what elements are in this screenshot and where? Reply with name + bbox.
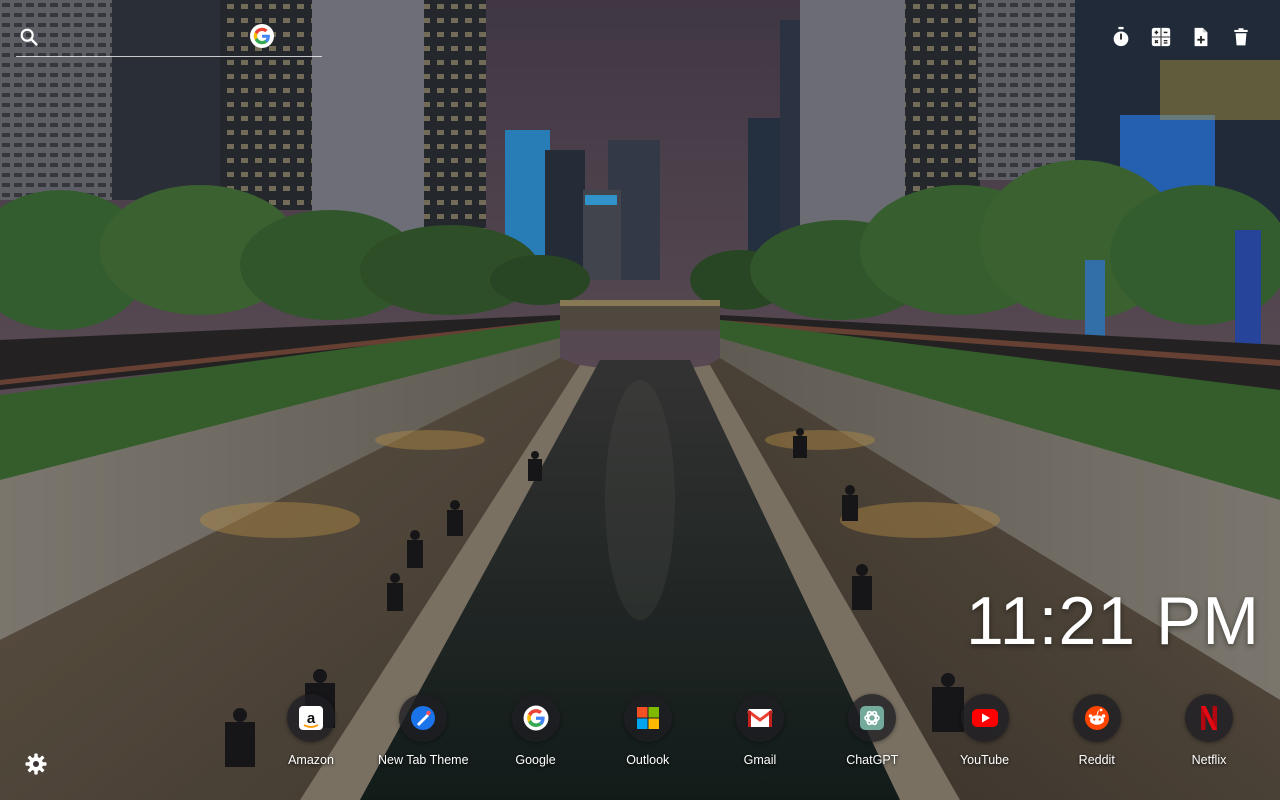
clock-display: 11:21 PM [965, 583, 1260, 659]
shortcut-gmail[interactable]: Gmail [704, 694, 816, 774]
shortcut-label: Reddit [1078, 753, 1115, 767]
note-add-icon[interactable] [1188, 24, 1214, 50]
google-g-icon[interactable] [250, 24, 274, 48]
search-input[interactable] [44, 26, 268, 52]
toolbar [1108, 24, 1254, 50]
shortcut-label: Gmail [743, 753, 777, 767]
shortcut-outlook[interactable]: Outlook [592, 694, 704, 774]
shortcut-netflix[interactable]: Netflix [1153, 694, 1265, 774]
shortcut-label: Google [515, 753, 556, 767]
reddit-icon [1084, 706, 1109, 730]
search-bar[interactable] [16, 22, 322, 57]
shortcut-label: ChatGPT [846, 753, 899, 767]
shortcut-youtube[interactable]: YouTube [929, 694, 1041, 774]
shortcut-label: YouTube [959, 753, 1010, 767]
shortcut-google[interactable]: Google [480, 694, 592, 774]
trash-icon[interactable] [1228, 24, 1254, 50]
background-wallpaper [0, 0, 1280, 800]
shortcut-label: Outlook [626, 753, 670, 767]
calculator-icon[interactable] [1148, 24, 1174, 50]
shortcut-reddit[interactable]: Reddit [1041, 694, 1153, 774]
svg-text:a: a [307, 710, 316, 727]
youtube-icon [971, 709, 998, 727]
search-icon[interactable] [18, 26, 40, 48]
shortcut-new-tab-theme[interactable]: New Tab Theme [367, 694, 479, 774]
netflix-icon [1201, 706, 1217, 730]
gmail-icon [747, 709, 773, 727]
gear-icon[interactable] [24, 752, 48, 776]
shortcut-chatgpt[interactable]: ChatGPT [816, 694, 928, 774]
timer-icon[interactable] [1108, 24, 1134, 50]
chatgpt-icon [860, 706, 885, 730]
shortcut-label: Netflix [1191, 753, 1227, 767]
google-icon [523, 705, 548, 731]
new-tab-theme-icon [411, 706, 436, 730]
shortcuts-dock: a Amazon New Tab Theme Google Outlook Gm… [255, 694, 1265, 774]
shortcut-label: New Tab Theme [377, 753, 469, 767]
shortcut-label: Amazon [288, 753, 334, 767]
microsoft-icon [636, 707, 659, 729]
shortcut-amazon[interactable]: a Amazon [255, 694, 367, 774]
amazon-icon: a [299, 706, 323, 730]
